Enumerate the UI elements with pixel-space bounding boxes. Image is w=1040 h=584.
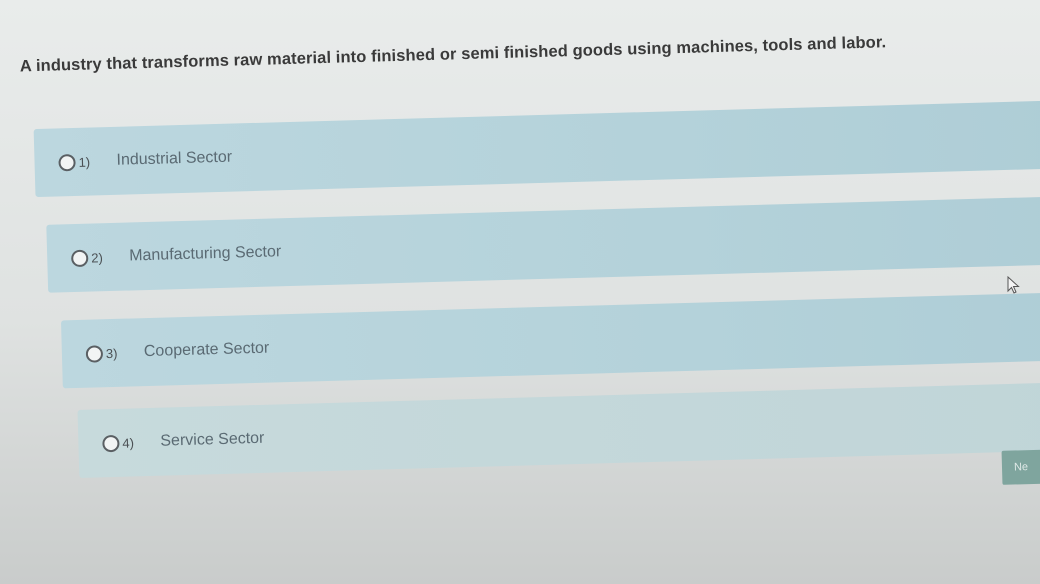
quiz-panel: A industry that transforms raw material … (0, 0, 1040, 584)
question-text: A industry that transforms raw material … (19, 33, 887, 76)
radio-button[interactable] (70, 249, 89, 267)
option-label: Manufacturing Sector (128, 243, 282, 265)
option-number: 2) (91, 249, 103, 266)
option-label: Industrial Sector (116, 148, 233, 169)
answer-option-3[interactable]: 3) Cooperate Sector (60, 291, 1040, 389)
radio-button[interactable] (102, 434, 120, 452)
mouse-pointer-icon (1007, 276, 1020, 294)
option-label: Service Sector (160, 429, 265, 450)
option-number: 4) (122, 434, 135, 451)
answer-option-1[interactable]: 1) Industrial Sector (33, 100, 1040, 198)
option-label: Cooperate Sector (143, 339, 270, 361)
radio-button[interactable] (58, 153, 76, 171)
option-number: 1) (78, 154, 91, 170)
radio-button[interactable] (85, 344, 104, 363)
next-button[interactable]: Ne (1001, 449, 1040, 485)
answer-option-2[interactable]: 2) Manufacturing Sector (46, 195, 1040, 293)
option-number: 3) (105, 345, 118, 361)
answer-option-4[interactable]: 4) Service Sector (77, 380, 1040, 478)
